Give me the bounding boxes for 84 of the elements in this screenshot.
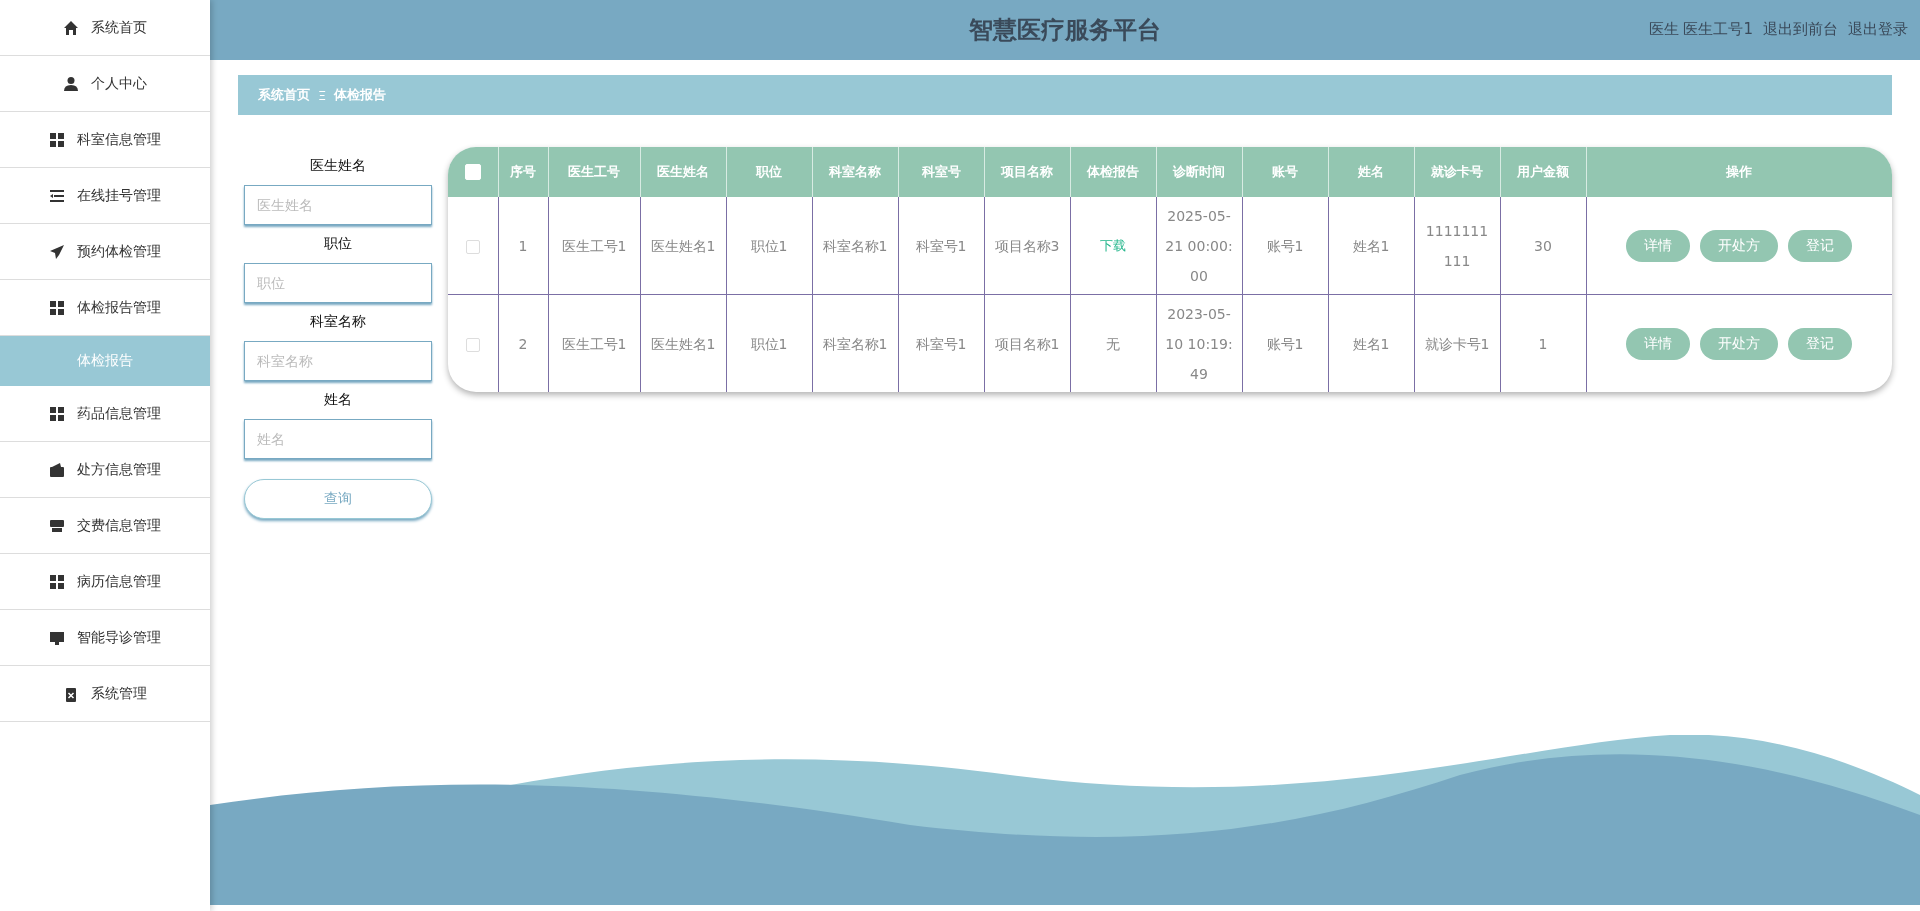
wallet-icon <box>49 461 65 478</box>
sidebar-item[interactable]: 处方信息管理 <box>0 442 210 498</box>
sidebar-item[interactable]: 智能导诊管理 <box>0 610 210 666</box>
table-cell: 职位1 <box>726 294 812 392</box>
sidebar-item[interactable]: 在线挂号管理 <box>0 168 210 224</box>
checkbox[interactable] <box>465 239 480 254</box>
action-button[interactable]: 登记 <box>1788 327 1853 360</box>
table-cell: 2023-05-10 10:19:49 <box>1156 294 1242 392</box>
table-cell: 30 <box>1500 197 1586 295</box>
table-cell: 医生姓名1 <box>640 197 726 295</box>
field-label: 科室名称 <box>309 313 367 331</box>
sidebar-item[interactable]: 个人中心 <box>0 56 210 112</box>
table-cell: 科室名称1 <box>812 197 898 295</box>
column-header: 医生工号 <box>548 147 640 197</box>
table-cell: 姓名1 <box>1328 294 1414 392</box>
action-button[interactable]: 开处方 <box>1700 327 1779 360</box>
store-icon <box>49 517 65 534</box>
column-header: 操作 <box>1586 147 1892 197</box>
column-header: 账号 <box>1242 147 1328 197</box>
sidebar-item[interactable]: 交费信息管理 <box>0 498 210 554</box>
grid-icon <box>49 573 65 590</box>
breadcrumb-separator: Ξ <box>318 87 327 103</box>
input-field[interactable]: 姓名 <box>244 419 432 459</box>
table-cell: 项目名称1 <box>984 294 1070 392</box>
list-icon <box>49 187 65 204</box>
input-field[interactable]: 职位 <box>244 263 432 303</box>
field-label: 职位 <box>323 235 353 253</box>
table-cell: 姓名1 <box>1328 197 1414 295</box>
header-link[interactable]: 退出登录 <box>1848 20 1908 39</box>
header-link[interactable]: 退出到前台 <box>1763 20 1838 39</box>
table-cell: 医生姓名1 <box>640 294 726 392</box>
checkbox[interactable] <box>465 337 480 352</box>
sidebar-item[interactable]: 科室信息管理 <box>0 112 210 168</box>
download-link[interactable]: 下载 <box>1100 238 1126 253</box>
field-label: 姓名 <box>323 391 353 409</box>
column-header: 职位 <box>726 147 812 197</box>
grid-icon <box>49 131 65 148</box>
home-icon <box>63 19 79 36</box>
app-title: 智慧医疗服务平台 <box>969 15 1161 46</box>
table-cell: 就诊卡号1 <box>1414 294 1500 392</box>
paper-plane-icon <box>49 243 65 260</box>
column-header: 用户金额 <box>1500 147 1586 197</box>
column-header: 就诊卡号 <box>1414 147 1500 197</box>
column-header: 姓名 <box>1328 147 1414 197</box>
table-cell: 职位1 <box>726 197 812 295</box>
field-label: 医生姓名 <box>309 157 367 175</box>
grid-icon <box>49 405 65 422</box>
sidebar-item[interactable]: 病历信息管理 <box>0 554 210 610</box>
sidebar-item[interactable]: 药品信息管理 <box>0 386 210 442</box>
table-cell: 账号1 <box>1242 294 1328 392</box>
column-header: 诊断时间 <box>1156 147 1242 197</box>
search-button[interactable]: 查询 <box>244 479 432 519</box>
action-button[interactable]: 开处方 <box>1700 229 1779 262</box>
clipboard-icon <box>63 685 79 702</box>
column-header: 序号 <box>498 147 548 197</box>
input-field[interactable]: 医生姓名 <box>244 185 432 225</box>
table-cell: 医生工号1 <box>548 197 640 295</box>
table-cell: 项目名称3 <box>984 197 1070 295</box>
column-header: 医生姓名 <box>640 147 726 197</box>
input-field[interactable]: 科室名称 <box>244 341 432 381</box>
monitor-icon <box>49 629 65 646</box>
action-button[interactable]: 登记 <box>1788 229 1853 262</box>
table-cell: 1 <box>1500 294 1586 392</box>
table-cell: 医生工号1 <box>548 294 640 392</box>
sidebar-item[interactable]: 预约体检管理 <box>0 224 210 280</box>
table-cell: 账号1 <box>1242 197 1328 295</box>
action-button[interactable]: 详情 <box>1626 327 1691 360</box>
table-cell: 无 <box>1070 294 1156 392</box>
table-cell: 1111111111 <box>1414 197 1500 295</box>
table-cell: 2 <box>498 294 548 392</box>
column-header: 体检报告 <box>1070 147 1156 197</box>
sidebar-item[interactable]: 系统管理 <box>0 666 210 722</box>
column-header: 科室名称 <box>812 147 898 197</box>
action-button[interactable]: 详情 <box>1626 229 1691 262</box>
table-cell: 科室名称1 <box>812 294 898 392</box>
column-header: 科室号 <box>898 147 984 197</box>
column-header: 项目名称 <box>984 147 1070 197</box>
table-cell: 科室号1 <box>898 197 984 295</box>
user-icon <box>63 75 79 92</box>
grid-icon <box>49 299 65 316</box>
user-label: 医生 医生工号1 <box>1648 20 1753 39</box>
table-cell: 科室号1 <box>898 294 984 392</box>
table-cell: 2025-05-21 00:00:00 <box>1156 197 1242 295</box>
table-cell: 1 <box>498 197 548 295</box>
